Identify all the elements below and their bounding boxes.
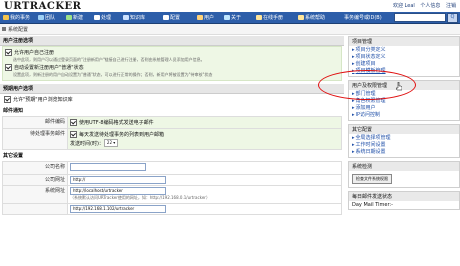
project-panel-title: 项目管理 xyxy=(349,37,459,46)
link-system-date[interactable]: 系统日期设置 xyxy=(352,149,456,156)
app-logo: URTRACKER xyxy=(4,1,82,12)
nav-knowledge[interactable]: 知识库 xyxy=(123,14,145,21)
send-time-label: 发送时间(时)： xyxy=(70,140,104,147)
auto-normal-hint: 设置此项，则新注册的用户自动设置为"普通"状态，可以进行正常的操作；否则，新用户… xyxy=(13,72,213,77)
nav-help[interactable]: 系统帮助 xyxy=(298,14,325,21)
utf8-label: 使用UTF-8编码格式发送电子邮件 xyxy=(79,120,154,126)
section-other: 其它设置 xyxy=(3,153,24,159)
folder-icon xyxy=(2,27,6,31)
user-icon xyxy=(197,15,203,20)
check-panel: 系统检测 检查文件系统权限 xyxy=(348,161,460,188)
system-url-label: 系统网址 xyxy=(2,185,68,204)
expected-browse-checkbox[interactable] xyxy=(4,96,11,103)
company-name-input[interactable] xyxy=(70,163,146,171)
utf8-checkbox[interactable] xyxy=(70,119,77,126)
allow-register-hint: 选中此项，则用户可以通过登录页面的"注册新用户"链接自己进行注册，否则由系统管理… xyxy=(13,57,205,62)
daily-panel-title: 每日邮件发送状态 xyxy=(349,192,459,201)
expected-browse-label: 允许"预期"用户浏览知识库 xyxy=(13,97,73,103)
section-user-registration: 用户注册选项 xyxy=(0,36,344,46)
other-panel-title: 其它配置 xyxy=(349,125,459,134)
mail-settings-table: 邮件编码 使用UTF-8编码格式发送电子邮件 待处理事务邮件 每天发送待处理事务… xyxy=(2,116,342,150)
daily-mail-label: 每天发送待处理事务的列表到用户邮箱 xyxy=(79,132,165,138)
hand-cursor-icon xyxy=(396,82,402,91)
search-button[interactable]: Q xyxy=(447,13,458,23)
main-nav: 我的事务 团队 新建 处理 知识库 配置 用户 关于 在线手册 系统帮助 xyxy=(0,12,460,24)
allow-register-label: 允许用户自己注册 xyxy=(14,50,55,56)
auto-normal-checkbox[interactable] xyxy=(5,64,12,71)
config-icon xyxy=(163,15,169,20)
nav-my-tasks[interactable]: 我的事务 xyxy=(3,14,30,21)
daily-mail-checkbox[interactable] xyxy=(70,131,77,138)
logout-link[interactable]: 注销 xyxy=(446,3,456,9)
other-panel: 其它配置 全局选择项管理 工作时间设置 系统日期设置 xyxy=(348,124,460,158)
company-name-label: 公司名称 xyxy=(2,161,68,175)
nav-manual[interactable]: 在线手册 xyxy=(256,14,283,21)
nav-users[interactable]: 用户 xyxy=(197,14,214,21)
check-panel-title: 系统检测 xyxy=(349,162,459,171)
link-project-category[interactable]: 项目分类定义 xyxy=(352,47,456,54)
link-global-options[interactable]: 全局选择项管理 xyxy=(352,135,456,142)
check-permission-button[interactable]: 检查文件系统权限 xyxy=(352,174,392,184)
help-icon xyxy=(298,15,304,20)
registration-options: 允许用户自己注册 选中此项，则用户可以通过登录页面的"注册新用户"链接自己进行注… xyxy=(2,46,342,81)
nav-new[interactable]: 新建 xyxy=(66,14,83,21)
briefcase-icon xyxy=(3,15,9,20)
daily-timer-text: Day Mail Timer:- xyxy=(352,202,393,208)
welcome-text: 欢迎 Leal xyxy=(392,3,415,9)
company-site-input[interactable]: http:// xyxy=(70,176,166,184)
help-book-icon xyxy=(256,15,262,20)
user-links: 欢迎 Leal 个人信息 注销 xyxy=(389,2,456,9)
auto-normal-label: 自动设置新注册用户"普通"状态 xyxy=(14,65,84,71)
breadcrumb: 系统配置 xyxy=(0,24,460,35)
team-icon xyxy=(38,15,44,20)
profile-link[interactable]: 个人信息 xyxy=(420,3,440,9)
other-settings-table: 公司名称 公司网址 http:// 系统网址 http://localhost/… xyxy=(2,161,342,215)
new-icon xyxy=(66,15,72,20)
send-time-select[interactable]: 22 ▾ xyxy=(103,139,119,147)
daily-panel: 每日邮件发送状态 Day Mail Timer:- xyxy=(348,191,460,210)
link-create-project[interactable]: 创建项目 xyxy=(352,61,456,68)
check-icon xyxy=(94,15,100,20)
mail-encoding-label: 邮件编码 xyxy=(2,116,68,129)
allow-register-checkbox[interactable] xyxy=(5,49,12,56)
nav-process[interactable]: 处理 xyxy=(94,14,111,21)
system-url-hint: （系统默认访问URTracker使用的网址，如：http://192.168.0… xyxy=(70,195,210,200)
top-bar: URTRACKER 欢迎 Leal 个人信息 注销 xyxy=(0,0,460,12)
search-input[interactable] xyxy=(394,13,446,22)
link-ip-control[interactable]: IP访问控制 xyxy=(352,112,456,119)
book-icon xyxy=(123,15,129,20)
nav-about[interactable]: 关于 xyxy=(224,14,241,21)
system-url-input[interactable]: http://localhost/urtracker xyxy=(70,187,166,195)
info-icon xyxy=(224,15,230,20)
main-content: 用户注册选项 允许用户自己注册 选中此项，则用户可以通过登录页面的"注册新用户"… xyxy=(0,36,344,266)
search-label: 事务编号或ID(B) xyxy=(344,15,382,21)
breadcrumb-text: 系统配置 xyxy=(8,27,29,33)
section-expected-users: 预期用户选项 xyxy=(0,84,344,94)
pending-mail-label: 待处理事务邮件 xyxy=(2,128,68,150)
link-project-status[interactable]: 项目状态定义 xyxy=(352,54,456,61)
link-add-user[interactable]: 添加用户 xyxy=(352,105,456,112)
nav-team[interactable]: 团队 xyxy=(38,14,55,21)
nav-config[interactable]: 配置 xyxy=(163,14,180,21)
link-work-time[interactable]: 工作时间设置 xyxy=(352,142,456,149)
system-ip-input[interactable]: http://192.168.1.102/urtracker xyxy=(70,205,166,213)
company-site-label: 公司网址 xyxy=(2,174,68,186)
section-mail-notify: 邮件通知 xyxy=(3,108,24,114)
